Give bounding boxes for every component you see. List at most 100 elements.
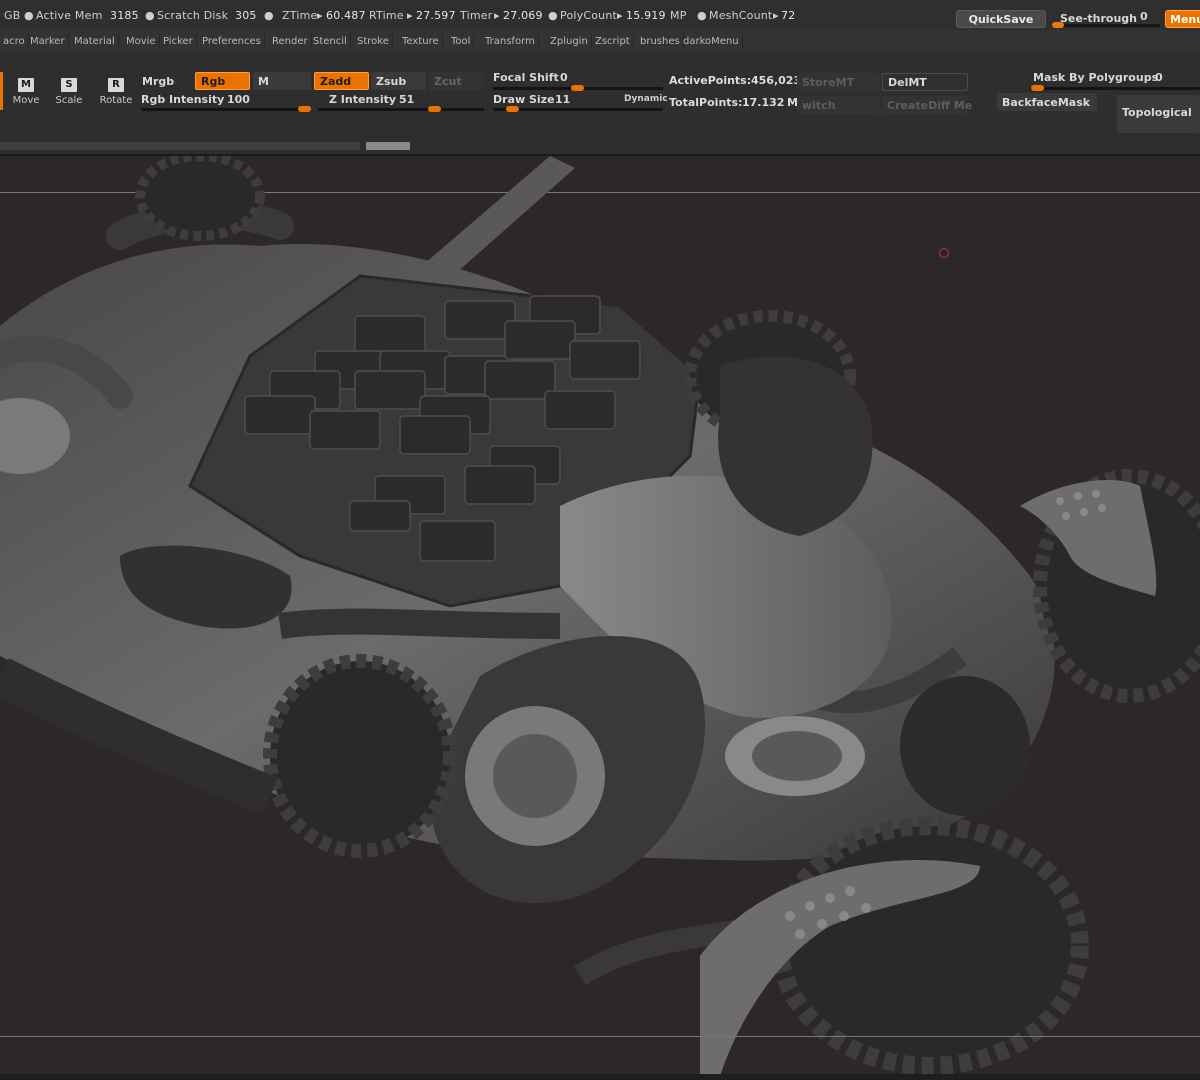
menu-item-render[interactable]: Render xyxy=(269,33,312,49)
status-separator: ● xyxy=(548,9,558,22)
dynamic-toggle[interactable]: Dynamic xyxy=(624,94,668,104)
move-tool-button[interactable]: M Move xyxy=(4,76,48,112)
z-intensity-track[interactable] xyxy=(318,108,484,111)
status-separator: ● xyxy=(697,9,707,22)
creatediff-mesh-button[interactable]: CreateDiff Me xyxy=(882,96,972,114)
progress-marker[interactable] xyxy=(366,142,410,150)
meshcount-label: MeshCount xyxy=(709,9,773,22)
see-through-value: 0 xyxy=(1140,10,1148,23)
draw-size-label: Draw Size xyxy=(493,93,555,106)
rgb-intensity-label: Rgb Intensity xyxy=(141,93,225,106)
active-points-label: ActivePoints: xyxy=(669,74,752,87)
total-points-value: 17.132 xyxy=(742,96,785,109)
rtime-label: RTime xyxy=(369,9,404,22)
polycount-label: PolyCount xyxy=(560,9,618,22)
arrow-right-icon: ▸ xyxy=(494,9,500,22)
scratch-disk-label: Scratch Disk xyxy=(157,9,229,22)
active-points-value: 456,023 xyxy=(751,74,802,87)
menu-item-marker[interactable]: Marker xyxy=(27,33,69,49)
active-mem-value: 3185 xyxy=(110,9,139,22)
zsub-button[interactable]: Zsub xyxy=(371,72,426,90)
menu-item-tool[interactable]: Tool xyxy=(448,33,475,49)
status-separator: ● xyxy=(264,9,274,22)
meshcount-value: 72 xyxy=(781,9,796,22)
status-bar: GB ● Active Mem 3185 ● Scratch Disk 305 … xyxy=(0,0,1200,30)
top-left-tire xyxy=(135,156,265,241)
canvas-viewport[interactable] xyxy=(0,156,1200,1080)
draw-size-knob[interactable] xyxy=(506,106,519,112)
front-hose xyxy=(278,608,561,639)
menus-button[interactable]: Menus xyxy=(1165,10,1200,28)
active-mem-label: Active Mem xyxy=(36,9,103,22)
menu-item-picker[interactable]: Picker xyxy=(160,33,197,49)
active-tool-indicator xyxy=(0,72,3,110)
quicksave-button[interactable]: QuickSave xyxy=(956,10,1046,28)
mask-by-polygroups-value: 0 xyxy=(1155,71,1163,84)
see-through-label: See-through xyxy=(1060,11,1138,25)
backfacemask-button[interactable]: BackfaceMask xyxy=(997,93,1097,111)
menu-item-preferences[interactable]: Preferences xyxy=(199,33,265,49)
z-intensity-value: 51 xyxy=(399,93,415,106)
m-button[interactable]: M xyxy=(253,72,311,90)
focal-shift-value: 0 xyxy=(560,71,568,84)
rgb-intensity-track[interactable] xyxy=(141,108,311,111)
menu-item-macro[interactable]: acro xyxy=(0,33,29,49)
total-points-label: TotalPoints: xyxy=(669,96,743,109)
menu-item-zplugin[interactable]: Zplugin xyxy=(547,33,592,49)
menu-item-zscript[interactable]: Zscript xyxy=(592,33,634,49)
menu-item-material[interactable]: Material xyxy=(71,33,119,49)
arrow-right-icon: ▸ xyxy=(617,9,623,22)
see-through-knob[interactable] xyxy=(1052,22,1064,28)
mask-by-polygroups-knob[interactable] xyxy=(1031,85,1044,91)
move-label: Move xyxy=(12,95,40,106)
front-light xyxy=(752,731,842,781)
menu-item-darkomenu[interactable]: darkoMenu xyxy=(680,33,743,49)
mrgb-button[interactable]: Mrgb xyxy=(137,72,193,90)
switch-button[interactable]: witch xyxy=(797,96,880,114)
rgb-intensity-knob[interactable] xyxy=(298,106,311,112)
rgb-button[interactable]: Rgb xyxy=(195,72,250,90)
progress-track xyxy=(0,142,360,150)
ztime-value: 60.487 xyxy=(326,9,366,22)
arrow-right-icon: ▸ xyxy=(317,9,323,22)
rtime-value: 27.597 xyxy=(416,9,456,22)
menu-item-movie[interactable]: Movie xyxy=(123,33,160,49)
headlight-dark xyxy=(900,676,1030,816)
status-separator: ● xyxy=(24,9,34,22)
rgb-intensity-value: 100 xyxy=(227,93,250,106)
vehicle-model[interactable] xyxy=(0,156,1200,1080)
menu-item-stroke[interactable]: Stroke xyxy=(354,33,393,49)
zcut-button[interactable]: Zcut xyxy=(429,72,484,90)
bottom-tray xyxy=(0,1074,1200,1080)
menu-item-stencil[interactable]: Stencil xyxy=(310,33,351,49)
rotate-icon: R xyxy=(108,78,124,92)
arrow-right-icon: ▸ xyxy=(407,9,413,22)
status-separator: ● xyxy=(145,9,155,22)
memory-unit: GB xyxy=(4,9,21,22)
arrow-right-icon: ▸ xyxy=(773,9,779,22)
move-icon: M xyxy=(18,78,34,92)
rotate-tool-button[interactable]: R Rotate xyxy=(94,76,138,112)
z-intensity-knob[interactable] xyxy=(428,106,441,112)
zadd-button[interactable]: Zadd xyxy=(314,72,369,90)
rotate-label: Rotate xyxy=(99,95,133,106)
scale-tool-button[interactable]: S Scale xyxy=(47,76,91,112)
menu-bar: acro Marker Material Movie Picker Prefer… xyxy=(0,30,1200,52)
menu-item-brushes[interactable]: brushes xyxy=(637,33,684,49)
mask-by-polygroups-track[interactable] xyxy=(1030,87,1200,90)
menu-item-texture[interactable]: Texture xyxy=(399,33,443,49)
menu-item-transform[interactable]: Transform xyxy=(482,33,539,49)
focal-shift-label: Focal Shift xyxy=(493,71,559,84)
draw-size-value: 11 xyxy=(555,93,571,106)
polycount-value: 15.919 xyxy=(626,9,666,22)
storemt-button[interactable]: StoreMT xyxy=(797,73,880,91)
delmt-button[interactable]: DelMT xyxy=(882,73,968,91)
polycount-unit: MP xyxy=(670,9,687,22)
timer-value: 27.069 xyxy=(503,9,543,22)
see-through-track[interactable] xyxy=(1052,24,1160,27)
brush-cursor xyxy=(939,248,949,258)
timer-label: Timer xyxy=(460,9,493,22)
topological-button[interactable]: Topological xyxy=(1117,95,1200,133)
progress-strip xyxy=(0,142,410,150)
focal-shift-knob[interactable] xyxy=(571,85,584,91)
